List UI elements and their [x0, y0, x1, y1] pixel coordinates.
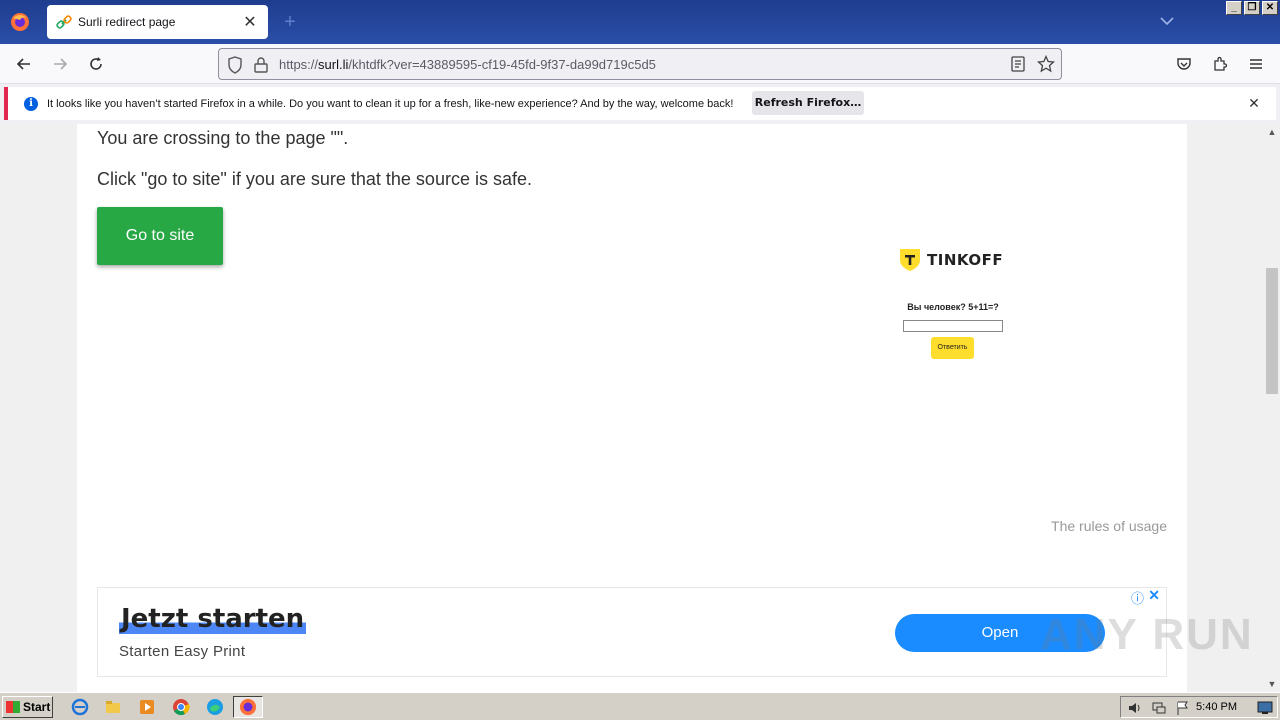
- shield-icon[interactable]: [227, 56, 243, 74]
- tinkoff-shield-icon: [900, 249, 920, 271]
- taskbar-clock[interactable]: 5:40 PM: [1196, 701, 1237, 713]
- scrollbar-thumb[interactable]: [1266, 268, 1278, 394]
- scroll-down-icon[interactable]: ▼: [1264, 676, 1280, 692]
- url-text: https://surl.li/khtdfk?ver=43889595-cf19…: [279, 57, 656, 72]
- pocket-icon[interactable]: [1172, 52, 1196, 76]
- edge-icon[interactable]: [206, 698, 224, 716]
- anyrun-watermark: ANY RUN: [1040, 610, 1254, 659]
- restore-button[interactable]: ❐: [1244, 1, 1260, 15]
- tab-strip: Surli redirect page ✕ + _ ❐ ✕: [0, 0, 1280, 44]
- tinkoff-brand: TINKOFF: [927, 251, 1004, 269]
- tinkoff-logo: TINKOFF: [899, 248, 1003, 272]
- ad-info-icon[interactable]: ⓘ: [1131, 588, 1144, 607]
- windows-flag-icon: [6, 701, 20, 713]
- window-controls: _ ❐ ✕: [1226, 1, 1278, 15]
- tab-close-icon[interactable]: ✕: [240, 12, 260, 32]
- vertical-scrollbar[interactable]: ▲ ▼: [1264, 124, 1280, 692]
- firefox-logo-icon[interactable]: [0, 0, 40, 44]
- scroll-up-icon[interactable]: ▲: [1264, 124, 1280, 140]
- start-button[interactable]: Start: [2, 696, 53, 718]
- windows-taskbar: Start 5:40 PM: [0, 692, 1280, 720]
- advertisement-banner[interactable]: Jetzt starten Starten Easy Print Open ⓘ …: [97, 587, 1167, 677]
- chevron-down-icon[interactable]: [1158, 12, 1176, 30]
- volume-icon[interactable]: [1127, 700, 1143, 716]
- url-bar[interactable]: https://surl.li/khtdfk?ver=43889595-cf19…: [218, 48, 1062, 80]
- show-desktop-icon[interactable]: [1257, 701, 1273, 715]
- go-to-site-button[interactable]: Go to site: [97, 207, 223, 265]
- tab-active[interactable]: Surli redirect page ✕: [47, 5, 268, 39]
- rules-of-usage-link[interactable]: The rules of usage: [1051, 518, 1167, 534]
- link-icon: [56, 15, 72, 29]
- system-tray: 5:40 PM: [1120, 696, 1278, 718]
- taskbar-firefox-button[interactable]: [233, 696, 263, 718]
- back-icon[interactable]: [12, 52, 36, 76]
- ad-close-icon[interactable]: ✕: [1148, 587, 1160, 604]
- internet-explorer-icon[interactable]: [71, 698, 89, 716]
- action-center-flag-icon[interactable]: [1175, 700, 1191, 716]
- page-viewport: You are crossing to the page "". Click "…: [0, 124, 1264, 692]
- ad-headline[interactable]: Jetzt starten: [119, 604, 307, 634]
- info-icon: i: [24, 96, 38, 111]
- captcha-answer-input[interactable]: [903, 320, 1003, 332]
- navigation-toolbar: https://surl.li/khtdfk?ver=43889595-cf19…: [0, 44, 1280, 84]
- page-content: You are crossing to the page "". Click "…: [77, 124, 1187, 692]
- tab-title: Surli redirect page: [78, 15, 176, 29]
- forward-icon[interactable]: [48, 52, 72, 76]
- reader-view-icon[interactable]: [1010, 56, 1026, 72]
- close-window-button[interactable]: ✕: [1262, 1, 1278, 15]
- media-player-icon[interactable]: [138, 698, 156, 716]
- safety-instruction: Click "go to site" if you are sure that …: [97, 169, 532, 189]
- notification-message: It looks like you haven’t started Firefo…: [47, 97, 734, 110]
- new-tab-icon[interactable]: +: [279, 11, 301, 33]
- crossing-text: You are crossing to the page "".: [97, 128, 349, 148]
- extensions-icon[interactable]: [1208, 52, 1232, 76]
- firefox-icon: [239, 698, 257, 716]
- network-icon[interactable]: [1151, 700, 1167, 716]
- ad-subtext: Starten Easy Print: [119, 643, 246, 660]
- menu-icon[interactable]: [1244, 52, 1268, 76]
- reload-icon[interactable]: [84, 52, 108, 76]
- close-icon[interactable]: ✕: [1246, 95, 1262, 111]
- minimize-button[interactable]: _: [1226, 1, 1242, 15]
- bookmark-star-icon[interactable]: [1037, 55, 1055, 73]
- notification-bar: i It looks like you haven’t started Fire…: [4, 87, 1276, 120]
- chrome-icon[interactable]: [172, 698, 190, 716]
- file-explorer-icon[interactable]: [104, 698, 122, 716]
- refresh-firefox-button[interactable]: Refresh Firefox…: [752, 91, 864, 115]
- captcha-submit-button[interactable]: Ответить: [931, 337, 974, 359]
- lock-icon[interactable]: [253, 56, 269, 74]
- captcha-question: Вы человек? 5+11=?: [907, 302, 999, 312]
- tinkoff-captcha-widget: TINKOFF Вы человек? 5+11=? Ответить: [897, 248, 1009, 360]
